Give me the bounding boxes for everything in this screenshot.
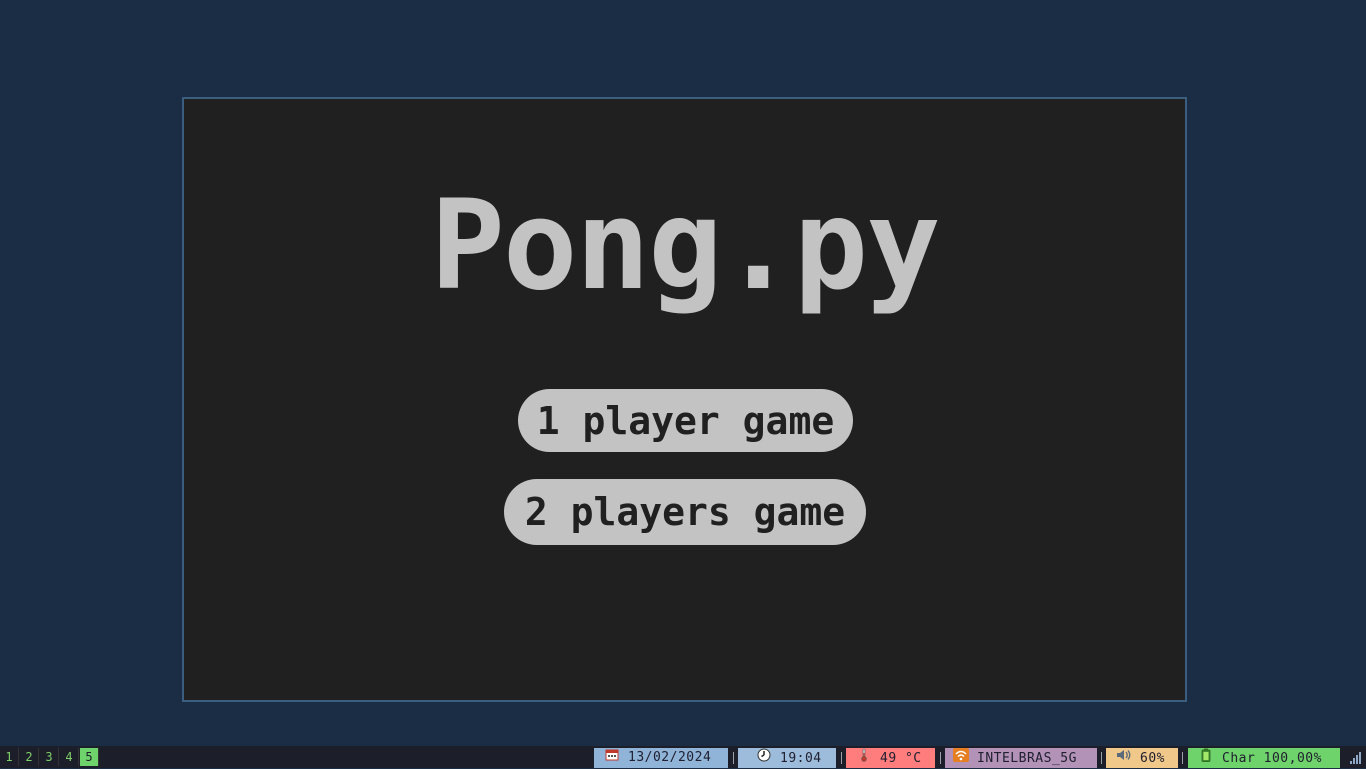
volume-text: 60% [1140, 751, 1165, 766]
desktop: Pong.py 1 player game 2 players game [0, 0, 1366, 746]
battery-text: Char 100,00% [1222, 751, 1322, 766]
workspace-1[interactable]: 1 [0, 748, 19, 766]
workspace-3[interactable]: 3 [40, 748, 59, 766]
workspace-4[interactable]: 4 [60, 748, 79, 766]
clock-icon [756, 748, 772, 769]
speaker-icon [1116, 748, 1132, 769]
separator [1182, 752, 1183, 764]
taskbar: 1 2 3 4 5 13/02/2024 19:04 49 °C INTELBR… [0, 746, 1366, 768]
pong-game-window[interactable]: Pong.py 1 player game 2 players game [182, 97, 1187, 702]
temperature-text: 49 °C [880, 751, 922, 766]
battery-widget[interactable]: Char 100,00% [1188, 748, 1340, 768]
workspace-2[interactable]: 2 [20, 748, 39, 766]
date-widget[interactable]: 13/02/2024 [594, 748, 728, 768]
volume-widget[interactable]: 60% [1106, 748, 1178, 768]
one-player-game-button[interactable]: 1 player game [518, 389, 853, 452]
game-title: Pong.py [430, 174, 941, 318]
workspace-5[interactable]: 5 [80, 748, 99, 766]
signal-bars-icon[interactable] [1350, 752, 1362, 764]
time-text: 19:04 [780, 751, 822, 766]
separator [733, 752, 734, 764]
calendar-icon [604, 748, 620, 768]
battery-icon [1198, 748, 1214, 769]
wifi-network-name: INTELBRAS_5G [977, 751, 1077, 766]
separator [940, 752, 941, 764]
date-text: 13/02/2024 [628, 750, 712, 765]
two-players-game-button[interactable]: 2 players game [504, 479, 866, 545]
thermometer-icon [856, 748, 872, 769]
separator [1101, 752, 1102, 764]
time-widget[interactable]: 19:04 [738, 748, 836, 768]
separator [841, 752, 842, 764]
wifi-icon [953, 748, 969, 769]
temperature-widget[interactable]: 49 °C [846, 748, 935, 768]
wifi-widget[interactable]: INTELBRAS_5G [945, 748, 1097, 768]
